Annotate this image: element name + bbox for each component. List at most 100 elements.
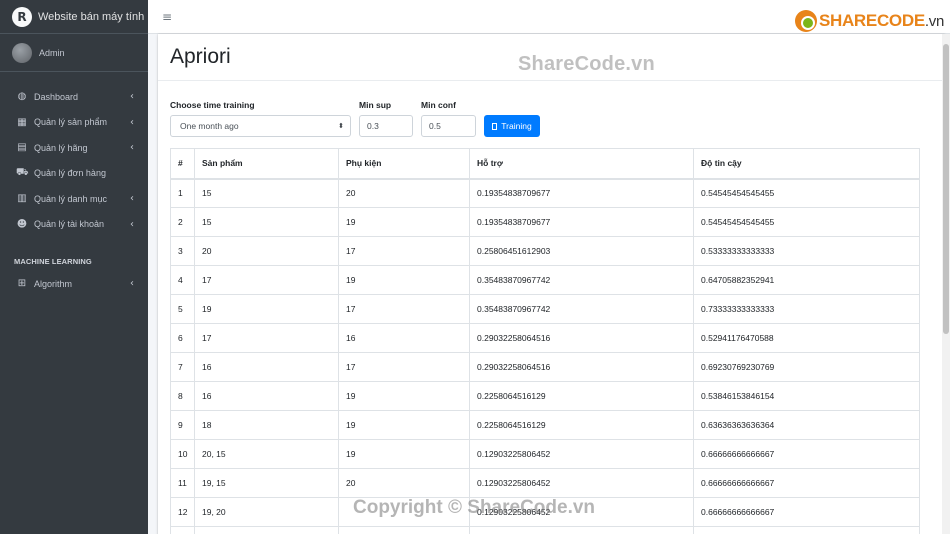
table-cell: 15 — [194, 178, 339, 208]
sidebar-item-accounts[interactable]: ☻ Quản lý tài khoản ‹ — [0, 212, 148, 238]
sidebar-item-brands[interactable]: ▤ Quản lý hãng ‹ — [0, 135, 148, 161]
table-cell: 19, 15 — [194, 468, 339, 498]
table-cell: 4 — [170, 265, 195, 295]
table-cell: 20 — [194, 236, 339, 266]
training-button-label: Training — [501, 121, 532, 131]
col-header-confidence: Độ tin cậy — [693, 148, 920, 180]
rules-table: # Sản phẩm Phụ kiện Hỗ trợ Độ tin cậy 11… — [170, 148, 920, 534]
time-select[interactable]: One month ago ⬍ — [170, 115, 351, 137]
table-cell — [693, 526, 920, 534]
table-cell: 16 — [338, 323, 470, 353]
sidebar-item-label: Quản lý sản phẩm — [34, 117, 108, 128]
min-conf-input[interactable]: 0.5 — [421, 115, 476, 137]
conf-group: Min conf 0.5 — [421, 100, 476, 137]
col-header-index: # — [170, 148, 195, 180]
sidebar-nav: ◍ Dashboard ‹ ▦ Quản lý sản phẩm ‹ ▤ Quả… — [0, 72, 148, 297]
menu-icon[interactable]: ≡ — [162, 10, 172, 24]
chevron-left-icon: ‹ — [130, 278, 134, 290]
table-cell: 16 — [194, 352, 339, 382]
training-form: Choose time training One month ago ⬍ Min… — [170, 100, 548, 137]
sharecode-logo-icon — [794, 10, 817, 32]
train-group: Training — [484, 115, 540, 137]
brand-name: Website bán máy tính — [38, 10, 145, 23]
time-select-value: One month ago — [180, 121, 239, 131]
table-cell: 0.63636363636364 — [693, 410, 920, 440]
table-cell: 0.12903225806452 — [469, 439, 694, 469]
sidebar-item-label: Quản lý đơn hàng — [34, 168, 106, 179]
user-panel[interactable]: Admin — [0, 34, 148, 72]
table-row: 8 16 19 0.2258064516129 0.53846153846154 — [170, 381, 920, 411]
table-cell: 0.19354838709677 — [469, 178, 694, 208]
sidebar-item-label: Quản lý danh mục — [34, 193, 108, 204]
table-cell: 19 — [194, 294, 339, 324]
sidebar-item-label: Quản lý tài khoản — [34, 219, 105, 230]
sidebar-item-products[interactable]: ▦ Quản lý sản phẩm ‹ — [0, 110, 148, 136]
table-cell — [338, 526, 470, 534]
min-sup-label: Min sup — [359, 100, 392, 110]
chevron-left-icon: ‹ — [130, 193, 134, 205]
table-cell — [194, 526, 339, 534]
table-cell: 19, 20 — [194, 497, 339, 527]
table-cell: 2 — [170, 207, 195, 237]
brand-logo: R — [12, 6, 32, 27]
dashboard-icon: ◍ — [17, 91, 27, 103]
watermark-top: ShareCode.vn — [518, 53, 655, 75]
rules-table-wrapper: # Sản phẩm Phụ kiện Hỗ trợ Độ tin cậy 11… — [170, 148, 920, 534]
book-icon: ▥ — [17, 193, 27, 205]
chevron-left-icon: ‹ — [130, 218, 134, 230]
table-cell: 17 — [338, 352, 470, 382]
table-cell: 10 — [170, 439, 195, 469]
table-cell: 13 — [170, 526, 195, 534]
sidebar-item-label: Dashboard — [34, 91, 79, 102]
sidebar-item-label: Quản lý hãng — [34, 142, 88, 153]
table-cell: 0.35483870967742 — [469, 294, 694, 324]
table-cell: 5 — [170, 294, 195, 324]
scrollbar-thumb[interactable] — [943, 44, 949, 334]
page-scrollbar[interactable] — [942, 34, 950, 534]
table-row: 4 17 19 0.35483870967742 0.64705882352941 — [170, 265, 920, 295]
table-cell: 19 — [338, 439, 470, 469]
chevron-left-icon: ‹ — [130, 142, 134, 154]
training-button[interactable]: Training — [484, 115, 540, 137]
table-cell: 19 — [338, 410, 470, 440]
sidebar-item-orders[interactable]: ⛟ Quản lý đơn hàng — [0, 161, 148, 187]
table-row: 1 15 20 0.19354838709677 0.54545454545455 — [170, 178, 920, 208]
table-cell: 15 — [194, 207, 339, 237]
table-cell: 11 — [170, 468, 195, 498]
sidebar-section-header: MACHINE LEARNING — [14, 256, 92, 266]
play-icon — [492, 122, 498, 130]
table-row: 7 16 17 0.29032258064516 0.69230769230769 — [170, 352, 920, 382]
sidebar-item-dashboard[interactable]: ◍ Dashboard ‹ — [0, 84, 148, 110]
sidebar-item-categories[interactable]: ▥ Quản lý danh mục ‹ — [0, 186, 148, 212]
chevron-left-icon: ‹ — [130, 91, 134, 103]
plus-square-icon: ⊞ — [17, 278, 27, 290]
col-header-support: Hỗ trợ — [469, 148, 694, 180]
brand-link[interactable]: R Website bán máy tính — [0, 0, 148, 34]
table-cell: 0.69230769230769 — [693, 352, 920, 382]
sharecode-logo: SHARECODE.vn — [794, 10, 944, 32]
sidebar-item-algorithm[interactable]: ⊞ Algorithm ‹ — [0, 271, 148, 297]
page-title: Apriori — [170, 45, 231, 68]
table-cell: 12 — [170, 497, 195, 527]
table-body: 1 15 20 0.19354838709677 0.54545454545455 2 15… — [170, 178, 920, 534]
table-cell: 20 — [338, 468, 470, 498]
sidebar-item-label: Algorithm — [34, 278, 73, 289]
table-cell: 0.64705882352941 — [693, 265, 920, 295]
top-navbar: ≡ SHARECODE.vn — [148, 0, 950, 34]
table-row: 5 19 17 0.35483870967742 0.73333333333333 — [170, 294, 920, 324]
min-sup-input[interactable]: 0.3 — [359, 115, 413, 137]
table-cell: 0.12903225806452 — [469, 468, 694, 498]
table-cell: 20 — [338, 178, 470, 208]
time-label: Choose time training — [170, 100, 255, 110]
table-cell: 0.19354838709677 — [469, 207, 694, 237]
table-cell: 17 — [194, 265, 339, 295]
table-cell: 3 — [170, 236, 195, 266]
table-cell: 1 — [170, 178, 195, 208]
table-row: 2 15 19 0.19354838709677 0.54545454545455 — [170, 207, 920, 237]
table-cell: 0.25806451612903 — [469, 236, 694, 266]
sidebar: R Website bán máy tính Admin ◍ Dashboard… — [0, 0, 148, 534]
table-cell: 0.2258064516129 — [469, 410, 694, 440]
apriori-card: Apriori ShareCode.vn Choose time trainin… — [158, 34, 945, 534]
table-cell: 0.66666666666667 — [693, 468, 920, 498]
table-cell: 0.53846153846154 — [693, 381, 920, 411]
